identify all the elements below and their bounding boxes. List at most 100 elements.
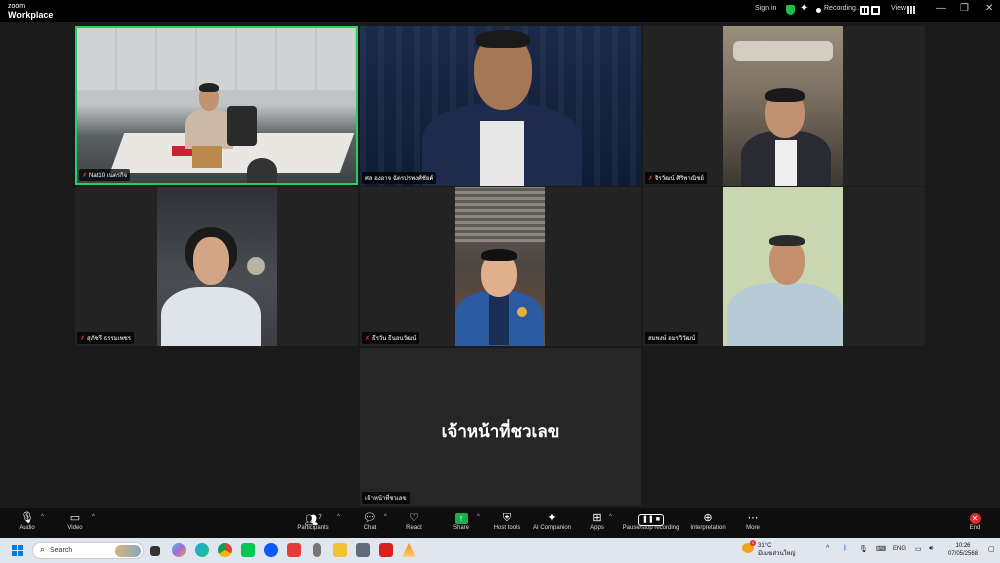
- participants-label: Participants: [297, 525, 329, 531]
- react-button[interactable]: ♡ React: [403, 511, 425, 531]
- participant-display-name: เจ้าหน้าที่ชวเลข: [441, 422, 560, 442]
- participant-name-tag: สมพงษ์ อมรวิวัฒน์: [645, 332, 699, 344]
- globe-icon: ⊕: [703, 512, 713, 524]
- weather-temperature: 31°C: [758, 543, 772, 549]
- shield-icon: ⛨: [502, 512, 512, 524]
- host-tools-button[interactable]: ⛨ Host tools: [492, 511, 522, 531]
- line-app-icon[interactable]: [241, 543, 255, 557]
- interpretation-label: Interpretation: [690, 525, 726, 531]
- video-feed: [360, 26, 641, 186]
- pause-stop-label: Pause/stop recording: [622, 525, 680, 531]
- windows-start-icon[interactable]: [12, 545, 23, 556]
- stop-recording-icon[interactable]: [871, 6, 880, 15]
- sparkle-icon: ✦: [547, 512, 557, 524]
- participant-name: Nat10 เนตรกิจ: [89, 173, 128, 179]
- video-options-chevron-icon[interactable]: ^: [92, 514, 95, 520]
- video-feed: [723, 26, 843, 186]
- grid-view-icon[interactable]: [907, 6, 915, 14]
- tray-overflow-chevron-icon[interactable]: ^: [826, 545, 829, 552]
- video-gallery: ✗Nat10 เนตรกิจ ศล องอาจ ฉัตรปรพงศ์ชัยค์: [0, 22, 1000, 508]
- mic-muted-icon: ✗: [365, 336, 371, 342]
- keyboard-icon[interactable]: ⌨: [876, 545, 886, 553]
- volume-icon[interactable]: 🔊︎: [929, 545, 933, 553]
- mic-muted-icon: ✗: [80, 336, 86, 342]
- edge-browser-icon[interactable]: [195, 543, 209, 557]
- react-label: React: [406, 525, 422, 531]
- anydesk-icon[interactable]: [287, 543, 301, 557]
- system-clock[interactable]: 10:26 07/05/2568: [948, 542, 978, 558]
- mic-muted-icon: ✗: [82, 173, 88, 179]
- voice-recorder-icon[interactable]: [313, 543, 321, 557]
- close-window-button[interactable]: ✕: [985, 3, 993, 14]
- video-tile-7[interactable]: เจ้าหน้าที่ชวเลข เจ้าหน้าที่ชวเลข: [360, 348, 641, 506]
- video-tile-3[interactable]: ✗ จิรวัฒน์ ศิริพาณิชย์: [643, 26, 925, 186]
- bluetooth-icon[interactable]: ᛒ: [843, 545, 847, 552]
- video-feed: [455, 187, 545, 346]
- participants-icon: 👥︎7: [304, 514, 322, 527]
- participant-name-tag: ✗ ธีรวัน ธีนอนวัฒน์: [362, 332, 420, 344]
- weather-widget[interactable]: 1 31°C มีเมฆส่วนใหญ่: [742, 540, 796, 558]
- interpretation-button[interactable]: ⊕ Interpretation: [688, 511, 728, 531]
- zoom-logo: zoom Workplace: [8, 2, 53, 20]
- audio-options-chevron-icon[interactable]: ^: [41, 514, 44, 520]
- share-options-chevron-icon[interactable]: ^: [477, 514, 480, 520]
- share-label: Share: [452, 525, 469, 531]
- participant-name-tag: เจ้าหน้าที่ชวเลข: [362, 492, 410, 504]
- end-label: End: [969, 525, 981, 531]
- apps-options-chevron-icon[interactable]: ^: [609, 514, 612, 520]
- restore-button[interactable]: ❐: [960, 3, 969, 14]
- more-button[interactable]: ⋯ More: [743, 511, 763, 531]
- meeting-toolbar: 🎙︎ Audio ^ ▭ Video ^ 👥︎7 Participants ^ 💬︎ C…: [0, 508, 1000, 538]
- task-view-icon[interactable]: [150, 546, 160, 556]
- share-button[interactable]: ↑ Share: [450, 511, 472, 531]
- apps-icon: ⊞: [592, 512, 602, 524]
- minimize-button[interactable]: —: [936, 3, 946, 14]
- file-explorer-icon[interactable]: [333, 543, 347, 557]
- ai-companion-icon[interactable]: ✦: [800, 3, 808, 14]
- language-indicator[interactable]: ENG: [893, 546, 906, 552]
- participant-name: จิรวัฒน์ ศิริพาณิชย์: [655, 176, 704, 182]
- microphone-tray-icon[interactable]: 🎙︎: [859, 545, 868, 553]
- apps-button[interactable]: ⊞ Apps: [587, 511, 607, 531]
- end-meeting-button[interactable]: ✕ End: [965, 511, 985, 531]
- video-tile-6[interactable]: สมพงษ์ อมรวิวัฒน์: [643, 187, 925, 346]
- share-screen-icon: ↑: [454, 513, 468, 524]
- video-tile-2[interactable]: ศล องอาจ ฉัตรปรพงศ์ชัยค์: [360, 26, 641, 186]
- participants-button[interactable]: 👥︎7 Participants: [295, 511, 331, 531]
- video-tile-5[interactable]: ✗ ธีรวัน ธีนอนวัฒน์: [360, 187, 641, 346]
- microphone-icon: 🎙︎: [20, 512, 34, 524]
- video-button[interactable]: ▭ Video: [64, 511, 86, 531]
- notifications-icon[interactable]: ▢: [988, 545, 995, 553]
- participant-name-tag: ศล องอาจ ฉัตรปรพงศ์ชัยค์: [362, 172, 437, 184]
- search-highlight-image: [115, 545, 141, 557]
- pause-recording-icon[interactable]: [860, 6, 869, 15]
- acrobat-reader-icon[interactable]: [379, 543, 393, 557]
- participants-options-chevron-icon[interactable]: ^: [337, 514, 340, 520]
- video-feed: [723, 187, 843, 346]
- clock-date: 07/05/2568: [948, 551, 979, 557]
- video-tile-4[interactable]: ✗ สุภัชรี ธรรมเพชร: [75, 187, 358, 346]
- video-label: Video: [67, 525, 83, 531]
- chat-options-chevron-icon[interactable]: ^: [384, 514, 387, 520]
- sign-in-link[interactable]: Sign in: [755, 5, 776, 12]
- calculator-icon[interactable]: [356, 543, 370, 557]
- chrome-browser-icon[interactable]: [218, 543, 232, 557]
- participant-name-tag: ✗ Nat10 เนตรกิจ: [79, 169, 131, 181]
- ai-companion-button[interactable]: ✦ AI Companion: [531, 511, 573, 531]
- participant-name: ศล องอาจ ฉัตรปรพงศ์ชัยค์: [365, 176, 434, 182]
- zoom-app-icon[interactable]: [264, 543, 278, 557]
- display-icon[interactable]: ▭: [915, 545, 922, 553]
- audio-label: Audio: [19, 525, 35, 531]
- audio-button[interactable]: 🎙︎ Audio: [16, 511, 38, 531]
- view-button[interactable]: View: [891, 5, 906, 12]
- chat-button[interactable]: 💬︎ Chat: [360, 511, 380, 531]
- video-feed: [157, 187, 277, 346]
- pause-stop-recording-button[interactable]: ❚❚ ■ Pause/stop recording: [620, 511, 682, 531]
- copilot-icon[interactable]: [172, 543, 186, 557]
- apps-label: Apps: [590, 525, 604, 531]
- video-tile-1[interactable]: ✗ Nat10 เนตรกิจ: [75, 26, 358, 185]
- encryption-shield-icon[interactable]: [786, 5, 795, 15]
- taskbar-search-box[interactable]: ⌕ Search: [32, 542, 144, 559]
- windows-taskbar: ⌕ Search 1 31°C มีเมฆส่วนใหญ่ ^ ᛒ 🎙︎ ⌨ E…: [0, 538, 1000, 563]
- vlc-player-icon[interactable]: [402, 543, 416, 557]
